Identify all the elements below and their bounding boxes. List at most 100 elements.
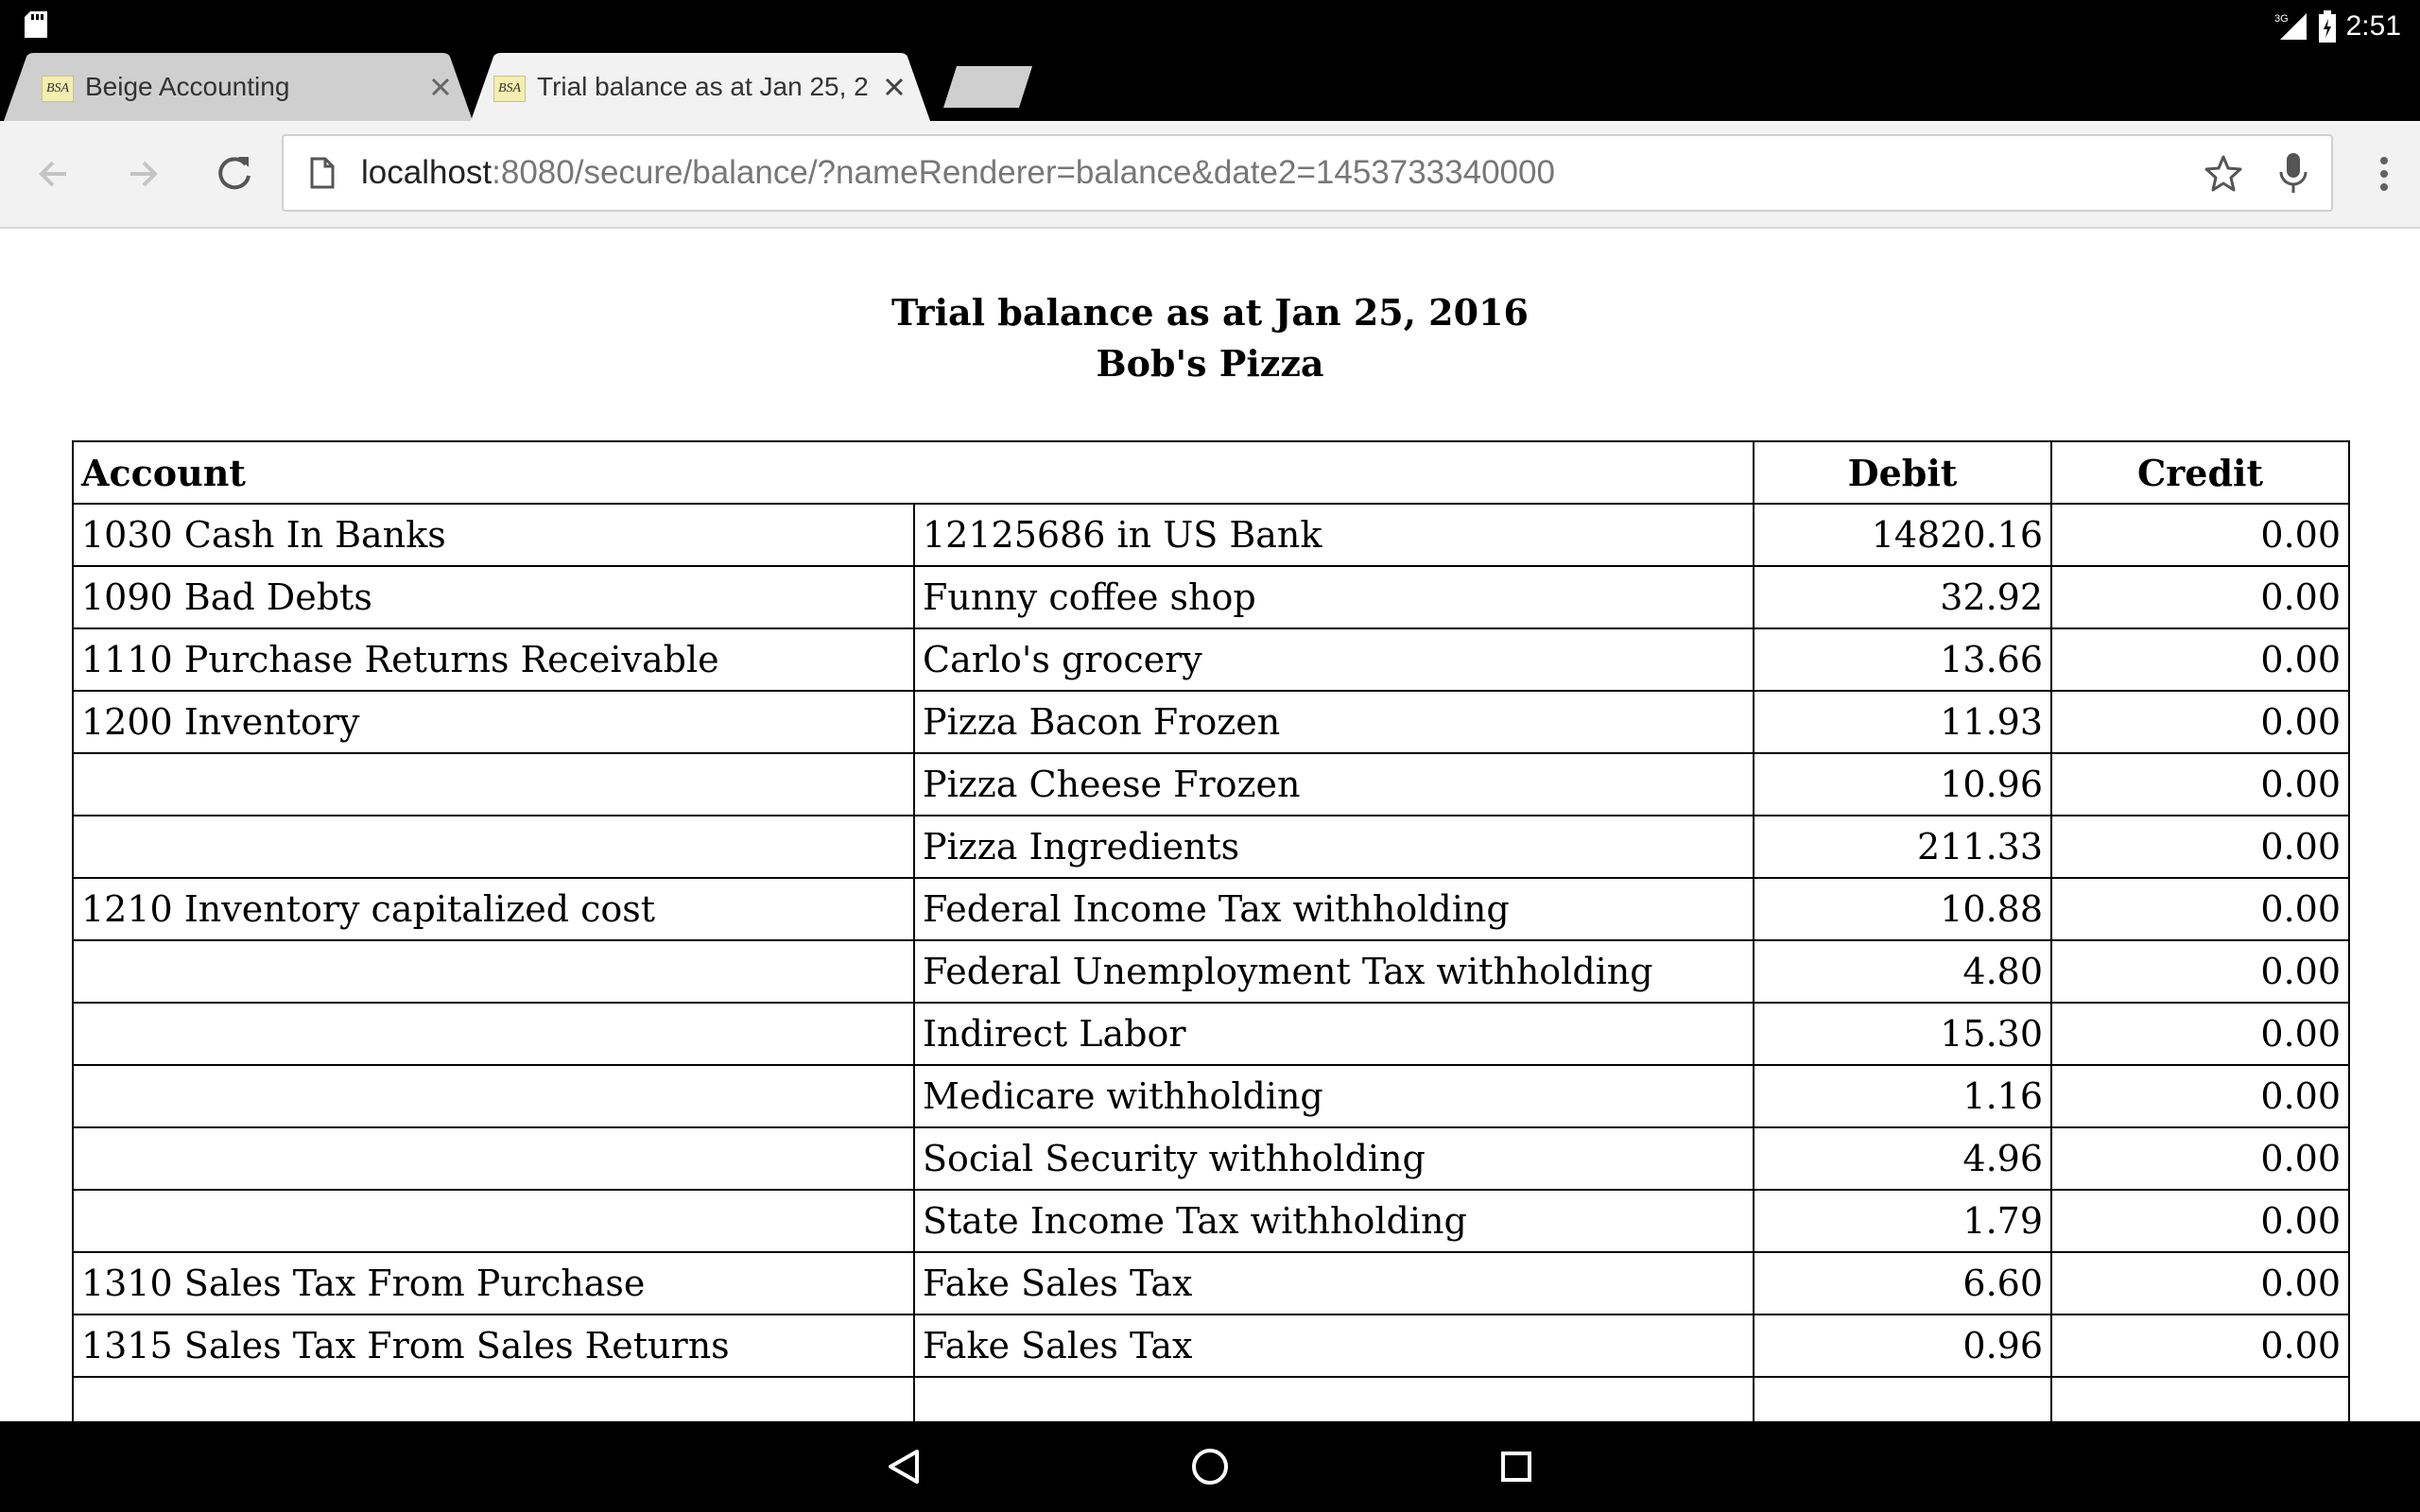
debit-cell: 211.33 (1753, 815, 2053, 879)
table-row: Federal Unemployment Tax withholding 4.80… (72, 939, 2351, 1004)
table-row: 1200 Inventory Pizza Bacon Frozen 11.93 0.0… (72, 690, 2351, 754)
debit-header: Debit (1753, 440, 2053, 505)
clock: 2:51 (2345, 10, 2401, 42)
report-heading: Trial balance as at Jan 25, 2016 Bob's P… (0, 287, 2420, 389)
subaccount-cell: Funny coffee shop (912, 565, 1755, 629)
table-row (72, 1376, 2351, 1421)
system-back-button[interactable] (877, 1440, 930, 1493)
credit-cell: 0.00 (2050, 815, 2351, 879)
new-tab-button[interactable] (943, 66, 1032, 108)
credit-cell: 0.00 (2050, 503, 2351, 567)
debit-cell: 1.16 (1753, 1064, 2053, 1128)
table-row: Medicare withholding 1.16 0.00 (72, 1064, 2351, 1128)
debit-cell: 14820.16 (1753, 503, 2053, 567)
subaccount-cell: Medicare withholding (912, 1064, 1755, 1128)
account-cell (72, 1376, 915, 1421)
account-cell: 1315 Sales Tax From Sales Returns (72, 1314, 915, 1378)
report-title: Trial balance as at Jan 25, 2016 (891, 291, 1529, 334)
subaccount-cell: 12125686 in US Bank (912, 503, 1755, 567)
subaccount-cell: Carlo's grocery (912, 627, 1755, 692)
url-text[interactable]: localhost:8080/secure/balance/?nameRende… (361, 136, 1555, 210)
account-cell (72, 939, 915, 1004)
browser-toolbar: localhost:8080/secure/balance/?nameRende… (0, 121, 2420, 229)
credit-cell: 0.00 (2050, 1002, 2351, 1066)
debit-cell: 32.92 (1753, 565, 2053, 629)
url-path: :8080/secure/balance/?nameRenderer=balan… (492, 154, 1555, 191)
subaccount-cell (912, 1376, 1755, 1421)
table-row: 1315 Sales Tax From Sales Returns Fake Sa… (72, 1314, 2351, 1378)
subaccount-cell: Pizza Bacon Frozen (912, 690, 1755, 754)
account-cell: 1310 Sales Tax From Purchase (72, 1251, 915, 1315)
credit-cell: 0.00 (2050, 1064, 2351, 1128)
credit-cell: 0.00 (2050, 627, 2351, 692)
trial-balance-table: Account Debit Credit 1030 Cash In Banks 1… (71, 440, 2351, 1421)
account-header: Account (71, 440, 1755, 505)
tab-trial-balance[interactable]: BSA Trial balance as at Jan 25, 20 (471, 53, 930, 121)
debit-cell: 13.66 (1753, 627, 2053, 692)
tab-strip: BSA Beige Accounting BSA Trial balance a… (0, 53, 2420, 121)
credit-cell: 0.00 (2050, 1189, 2351, 1253)
table-row: State Income Tax withholding 1.79 0.00 (72, 1189, 2351, 1253)
sd-card-icon (25, 11, 47, 38)
account-cell: 1030 Cash In Banks (72, 503, 915, 567)
back-triangle-icon (889, 1450, 919, 1484)
forward-icon (130, 161, 158, 187)
tab-title: Beige Accounting (85, 72, 290, 101)
credit-cell: 0.00 (2050, 1314, 2351, 1378)
credit-cell: 0.00 (2050, 752, 2351, 816)
url-host: localhost (361, 154, 493, 191)
subaccount-cell: Federal Income Tax withholding (912, 877, 1755, 941)
subaccount-cell: Federal Unemployment Tax withholding (912, 939, 1755, 1004)
home-circle-icon (1192, 1449, 1228, 1485)
table-row: Pizza Ingredients 211.33 0.00 (72, 815, 2351, 879)
recents-button[interactable] (1490, 1440, 1543, 1493)
debit-cell: 10.88 (1753, 877, 2053, 941)
table-row: 1030 Cash In Banks 12125686 in US Bank 148… (72, 503, 2351, 567)
signal-icon: 3G (2274, 13, 2307, 40)
credit-cell (2050, 1376, 2351, 1421)
account-cell: 1090 Bad Debts (72, 565, 915, 629)
battery-icon (2318, 10, 2336, 43)
table-row: 1090 Bad Debts Funny coffee shop 32.92 0.00 (72, 565, 2351, 629)
page-content: Trial balance as at Jan 25, 2016 Bob's P… (0, 229, 2420, 1421)
address-bar[interactable]: localhost:8080/secure/balance/?nameRende… (282, 134, 2333, 212)
favicon-icon: BSA (493, 76, 526, 102)
credit-cell: 0.00 (2050, 1126, 2351, 1191)
account-cell (72, 1189, 915, 1253)
close-icon[interactable] (425, 72, 456, 102)
table-row: 1210 Inventory capitalized cost Federal I… (72, 877, 2351, 941)
star-icon[interactable] (2203, 153, 2244, 195)
tab-beige-accounting[interactable]: BSA Beige Accounting (4, 53, 473, 121)
back-button[interactable] (26, 147, 79, 200)
credit-cell: 0.00 (2050, 565, 2351, 629)
reload-button[interactable] (208, 147, 261, 200)
table-row: Pizza Cheese Frozen 10.96 0.00 (72, 752, 2351, 816)
mic-icon[interactable] (2276, 151, 2310, 195)
account-cell (72, 752, 915, 816)
subaccount-cell: Social Security withholding (912, 1126, 1755, 1191)
debit-cell: 0.96 (1753, 1314, 2053, 1378)
account-cell (72, 1126, 915, 1191)
company-name: Bob's Pizza (1096, 342, 1324, 385)
network-label: 3G (2274, 13, 2289, 25)
recents-square-icon (1501, 1452, 1531, 1482)
account-cell: 1210 Inventory capitalized cost (72, 877, 915, 941)
home-button[interactable] (1184, 1440, 1236, 1493)
menu-icon[interactable] (2365, 147, 2403, 200)
tab-title: Trial balance as at Jan 25, 20 (537, 72, 870, 101)
subaccount-cell: Fake Sales Tax (912, 1251, 1755, 1315)
credit-header: Credit (2050, 440, 2351, 505)
account-cell: 1110 Purchase Returns Receivable (72, 627, 915, 692)
status-bar: 3G 2:51 (0, 0, 2420, 53)
credit-cell: 0.00 (2050, 1251, 2351, 1315)
account-cell (72, 1064, 915, 1128)
table-row: 1110 Purchase Returns Receivable Carlo's … (72, 627, 2351, 692)
close-icon[interactable] (879, 72, 909, 102)
subaccount-cell: State Income Tax withholding (912, 1189, 1755, 1253)
system-nav-bar (0, 1421, 2420, 1512)
page-icon (310, 157, 335, 189)
table-row: Social Security withholding 4.96 0.00 (72, 1126, 2351, 1191)
forward-button[interactable] (117, 147, 170, 200)
debit-cell: 10.96 (1753, 752, 2053, 816)
debit-cell: 4.96 (1753, 1126, 2053, 1191)
